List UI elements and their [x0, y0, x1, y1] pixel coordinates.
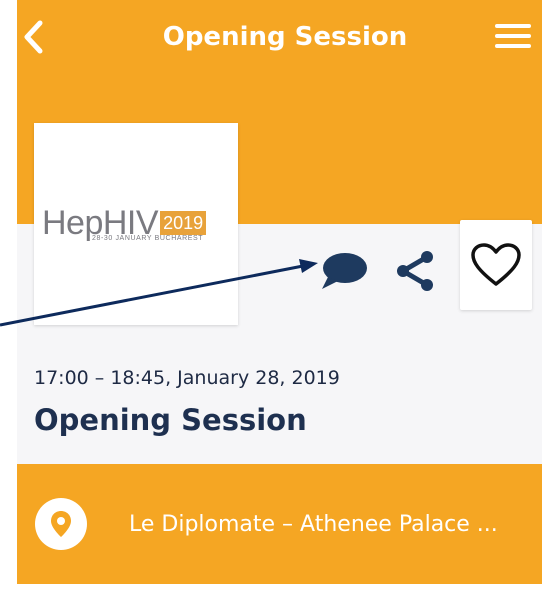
event-logo-card: HepHIV 2019 28-30 JANUARY BUCHAREST	[34, 123, 238, 325]
menu-button[interactable]	[495, 21, 531, 51]
location-text: Le Diplomate – Athenee Palace ...	[129, 512, 498, 537]
chat-bubble-icon	[322, 253, 367, 289]
chat-button[interactable]	[318, 251, 368, 291]
session-title: Opening Session	[34, 403, 307, 437]
location-row[interactable]: Le Diplomate – Athenee Palace ...	[17, 464, 542, 584]
share-button[interactable]	[394, 249, 436, 293]
back-chevron-icon	[24, 20, 43, 54]
location-icon-badge	[35, 498, 87, 550]
session-time: 17:00 – 18:45, January 28, 2019	[34, 367, 340, 389]
map-pin-icon	[51, 511, 71, 537]
logo-year: 2019	[160, 211, 207, 235]
page-title: Opening Session	[162, 22, 408, 52]
share-icon	[397, 251, 433, 291]
logo-subtitle: 28-30 JANUARY BUCHAREST	[92, 235, 204, 242]
heart-outline-icon	[471, 243, 521, 286]
favorite-button[interactable]	[460, 220, 532, 310]
back-button[interactable]	[18, 18, 48, 56]
